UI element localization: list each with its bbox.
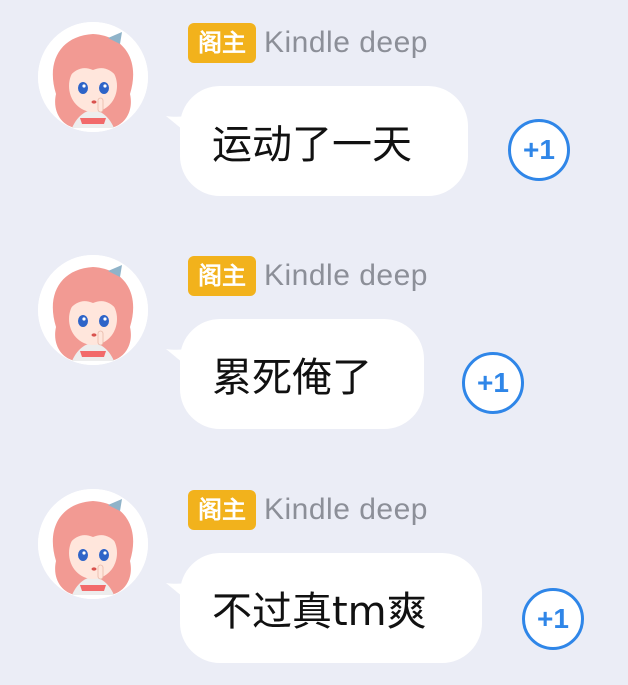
avatar[interactable] xyxy=(38,489,148,599)
username[interactable]: Kindle deep xyxy=(264,26,428,60)
message-bubble[interactable]: 运动了一天 xyxy=(180,86,468,196)
plus-one-icon: +1 xyxy=(537,603,569,634)
plus-one-button[interactable]: +1 xyxy=(522,588,584,650)
plus-one-icon: +1 xyxy=(523,134,555,165)
avatar-icon xyxy=(38,489,148,599)
chat-thread: 阁主 Kindle deep 运动了一天 +1 阁主 Kindle deep 累… xyxy=(0,0,628,685)
chat-message: 阁主 Kindle deep 不过真tm爽 +1 xyxy=(0,467,628,685)
role-badge: 阁主 xyxy=(188,23,256,63)
role-badge: 阁主 xyxy=(188,490,256,530)
sender-name-row: 阁主 Kindle deep xyxy=(188,23,428,63)
username[interactable]: Kindle deep xyxy=(264,493,428,527)
message-text: 运动了一天 xyxy=(212,122,412,168)
sender-name-row: 阁主 Kindle deep xyxy=(188,256,428,296)
chat-message: 阁主 Kindle deep 运动了一天 +1 xyxy=(0,0,628,230)
chat-message: 阁主 Kindle deep 累死俺了 +1 xyxy=(0,233,628,463)
plus-one-button[interactable]: +1 xyxy=(462,352,524,414)
sender-name-row: 阁主 Kindle deep xyxy=(188,490,428,530)
plus-one-icon: +1 xyxy=(477,367,509,398)
message-text: 累死俺了 xyxy=(212,355,372,401)
message-text: 不过真tm爽 xyxy=(212,589,427,635)
avatar[interactable] xyxy=(38,255,148,365)
avatar-icon xyxy=(38,255,148,365)
username[interactable]: Kindle deep xyxy=(264,259,428,293)
role-badge: 阁主 xyxy=(188,256,256,296)
message-bubble[interactable]: 累死俺了 xyxy=(180,319,424,429)
avatar-icon xyxy=(38,22,148,132)
plus-one-button[interactable]: +1 xyxy=(508,119,570,181)
message-bubble[interactable]: 不过真tm爽 xyxy=(180,553,482,663)
avatar[interactable] xyxy=(38,22,148,132)
